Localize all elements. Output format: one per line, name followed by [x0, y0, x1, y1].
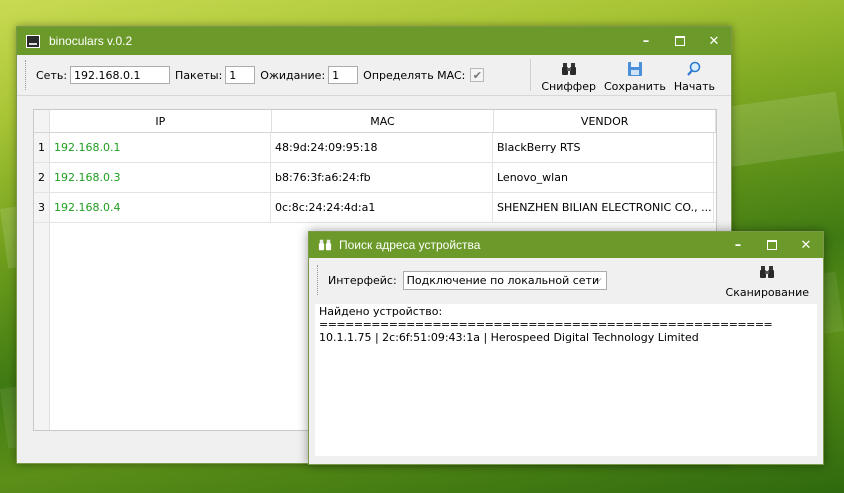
- magnifier-icon: [686, 60, 702, 78]
- close-icon: ✕: [800, 237, 812, 253]
- packets-label: Пакеты:: [175, 68, 223, 82]
- table-header: IP MAC VENDOR: [34, 110, 716, 133]
- toolbar-grip[interactable]: [317, 265, 320, 295]
- network-label: Сеть:: [36, 68, 68, 82]
- start-button[interactable]: Начать: [670, 57, 719, 93]
- save-button[interactable]: Сохранить: [600, 57, 670, 93]
- interface-label: Интерфейс:: [328, 273, 397, 287]
- dialog-toolbar: Интерфейс: Подключение по локальной сети…: [309, 258, 823, 302]
- wait-label: Ожидание:: [260, 68, 326, 82]
- output-separator: ========================================…: [319, 318, 773, 331]
- chevron-down-icon: ⌵: [594, 273, 602, 285]
- table-row[interactable]: 1 192.168.0.1 48:9d:24:09:95:18 BlackBer…: [34, 133, 716, 163]
- row-number-header: [34, 110, 50, 132]
- row-number: 1: [34, 133, 50, 162]
- vendor-cell[interactable]: BlackBerry RTS: [493, 133, 714, 162]
- dialog-close-button[interactable]: ✕: [789, 232, 823, 258]
- binoculars-icon: [759, 264, 775, 283]
- app-monitor-icon: [26, 34, 40, 48]
- binoculars-icon: [561, 60, 577, 78]
- close-button[interactable]: ✕: [697, 27, 731, 55]
- detect-mac-label: Определять MAC:: [363, 68, 466, 82]
- column-header-vendor[interactable]: VENDOR: [494, 110, 716, 132]
- toolbar-separator: [530, 59, 532, 91]
- wait-input[interactable]: 1: [328, 66, 359, 84]
- interface-selected-value: Подключение по локальной сети: [406, 273, 600, 287]
- ip-cell[interactable]: 192.168.0.1: [50, 133, 271, 162]
- ip-cell[interactable]: 192.168.0.4: [50, 193, 271, 222]
- packets-input[interactable]: 1: [225, 66, 256, 84]
- ip-cell[interactable]: 192.168.0.3: [50, 163, 271, 192]
- sniffer-button[interactable]: Сниффер: [537, 57, 600, 93]
- dialog-title: Поиск адреса устройства: [339, 238, 481, 252]
- maximize-icon: [767, 240, 777, 250]
- floppy-disk-icon: [627, 60, 643, 78]
- row-number-gutter: [34, 223, 50, 430]
- column-header-mac[interactable]: MAC: [272, 110, 495, 132]
- table-row[interactable]: 2 192.168.0.3 b8:76:3f:a6:24:fb Lenovo_w…: [34, 163, 716, 193]
- mac-cell[interactable]: 48:9d:24:09:95:18: [271, 133, 493, 162]
- main-toolbar: Сеть: 192.168.0.1 Пакеты: 1 Ожидание: 1 …: [17, 55, 731, 96]
- close-icon: ✕: [708, 33, 720, 49]
- save-label: Сохранить: [603, 80, 666, 93]
- vendor-cell[interactable]: SHENZHEN BILIAN ELECTRONIC CO., ...: [493, 193, 714, 222]
- dialog-minimize-button[interactable]: –: [721, 232, 755, 258]
- dialog-titlebar[interactable]: Поиск адреса устройства – ✕: [309, 232, 823, 258]
- sniffer-label: Сниффер: [541, 80, 596, 93]
- scan-label: Сканирование: [725, 286, 809, 299]
- output-line: 10.1.1.75 | 2c:6f:51:09:43:1a | Herospee…: [319, 331, 699, 344]
- scan-button[interactable]: Сканирование: [726, 264, 809, 299]
- start-label: Начать: [673, 80, 715, 93]
- output-line: Найдено устройство:: [319, 305, 443, 318]
- row-number: 2: [34, 163, 50, 192]
- network-input[interactable]: 192.168.0.1: [70, 66, 171, 84]
- column-header-ip[interactable]: IP: [50, 110, 272, 132]
- binoculars-icon: [318, 238, 332, 252]
- window-title: binoculars v.0.2: [49, 34, 133, 48]
- minimize-button[interactable]: –: [629, 27, 663, 55]
- main-titlebar[interactable]: binoculars v.0.2 – ✕: [17, 27, 731, 55]
- mac-cell[interactable]: 0c:8c:24:24:4d:a1: [271, 193, 493, 222]
- table-row[interactable]: 3 192.168.0.4 0c:8c:24:24:4d:a1 SHENZHEN…: [34, 193, 716, 223]
- maximize-button[interactable]: [663, 27, 697, 55]
- vendor-cell[interactable]: Lenovo_wlan: [493, 163, 714, 192]
- maximize-icon: [675, 36, 685, 46]
- scan-output[interactable]: Найдено устройство: =====================…: [315, 304, 817, 456]
- minimize-icon: –: [734, 237, 742, 253]
- interface-select[interactable]: Подключение по локальной сети ⌵: [402, 270, 607, 290]
- detect-mac-checkbox[interactable]: ✔: [470, 68, 485, 82]
- dialog-maximize-button[interactable]: [755, 232, 789, 258]
- minimize-icon: –: [642, 33, 650, 49]
- device-search-dialog: Поиск адреса устройства – ✕ Интерфейс: П…: [308, 231, 824, 465]
- mac-cell[interactable]: b8:76:3f:a6:24:fb: [271, 163, 493, 192]
- row-number: 3: [34, 193, 50, 222]
- toolbar-grip[interactable]: [25, 60, 28, 90]
